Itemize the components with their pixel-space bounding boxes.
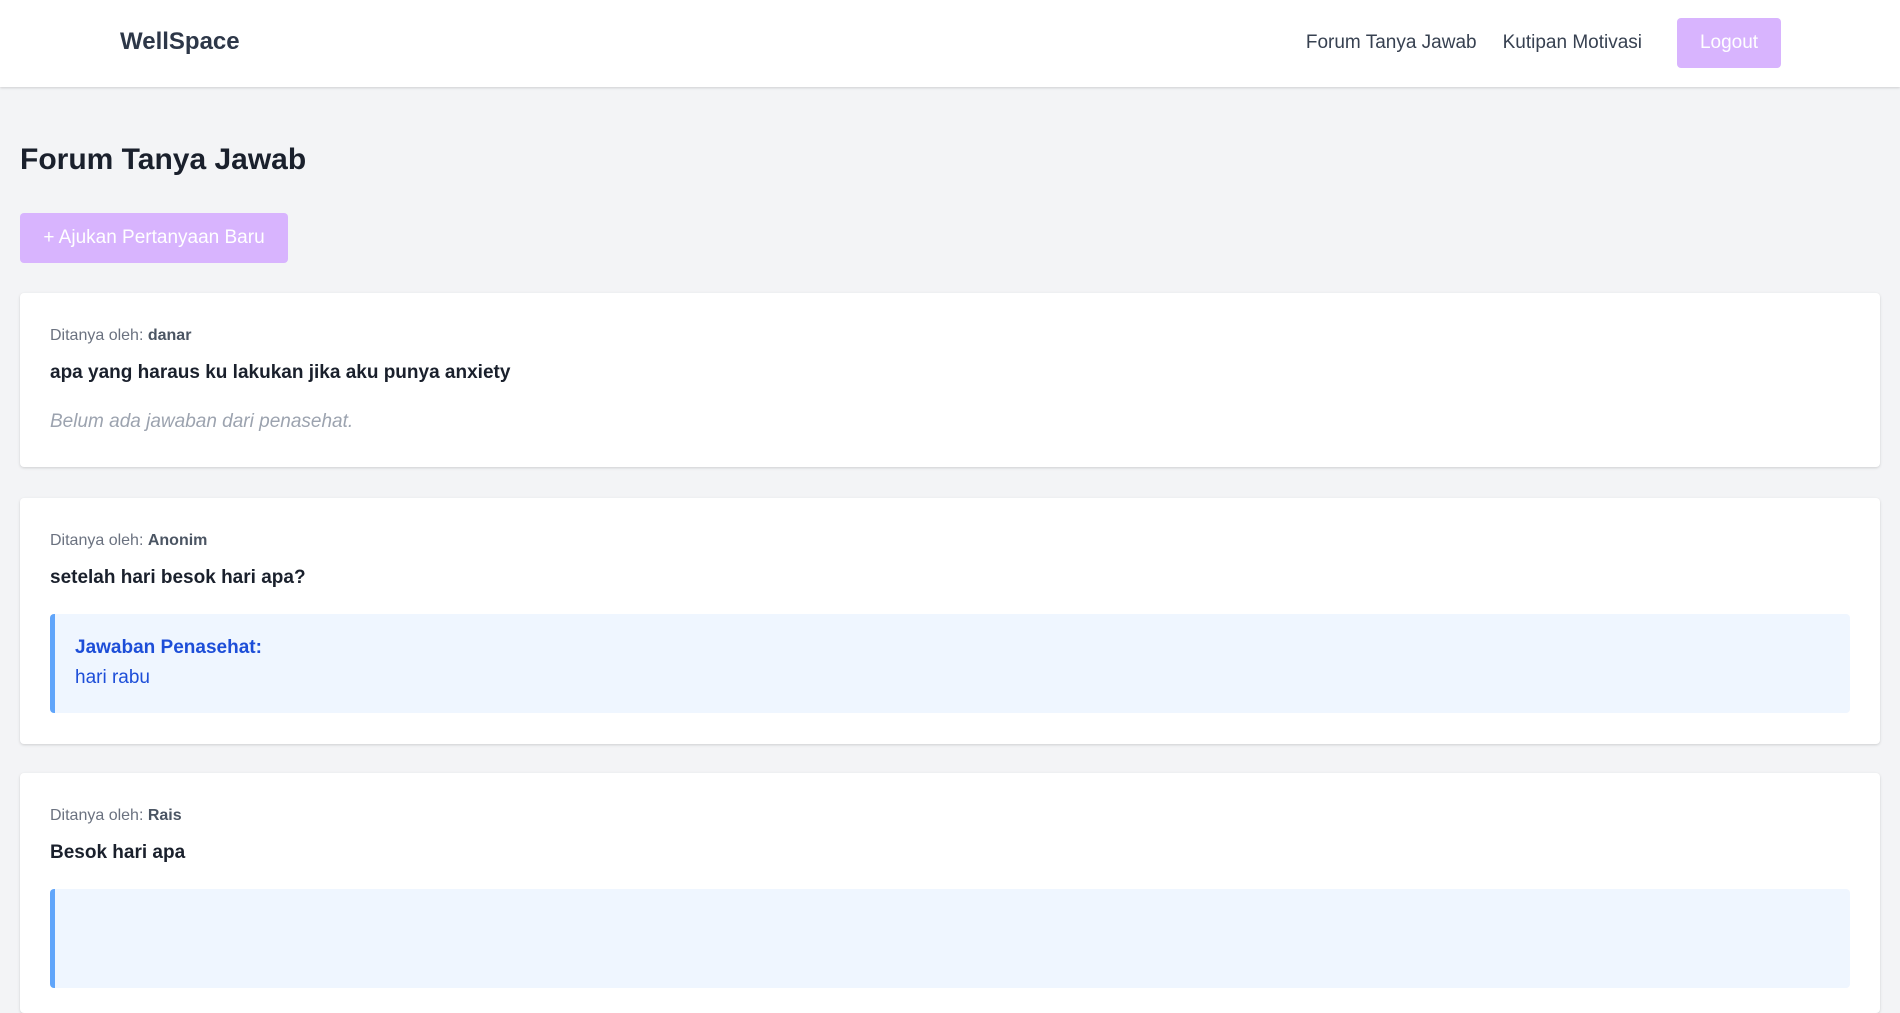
author-name: Rais — [147, 807, 182, 824]
asked-by: Ditanya oleh: danar — [50, 327, 191, 345]
nav-link-forum[interactable]: Forum Tanya Jawab — [1306, 32, 1477, 54]
page-title: Forum Tanya Jawab — [20, 143, 307, 176]
question-text: setelah hari besok hari apa? — [50, 567, 306, 588]
asked-by-label: Ditanya oleh: — [50, 327, 144, 344]
answer-heading: Jawaban Penasehat: — [75, 637, 262, 658]
question-card: Ditanya oleh: Anonim setelah hari besok … — [20, 498, 1880, 744]
answer-text: hari rabu — [75, 667, 150, 688]
asked-by-label: Ditanya oleh: — [50, 807, 144, 824]
logout-button[interactable]: Logout — [1677, 18, 1781, 68]
no-answer-text: Belum ada jawaban dari penasehat. — [50, 411, 354, 432]
asked-by-label: Ditanya oleh: — [50, 532, 144, 549]
question-text: apa yang haraus ku lakukan jika aku puny… — [50, 362, 511, 383]
author-name: Anonim — [147, 532, 208, 549]
nav-links: Forum Tanya Jawab Kutipan Motivasi Logou… — [1306, 18, 1781, 68]
ask-question-button[interactable]: + Ajukan Pertanyaan Baru — [20, 213, 288, 263]
brand-logo[interactable]: WellSpace — [120, 28, 240, 56]
question-card: Ditanya oleh: danar apa yang haraus ku l… — [20, 293, 1880, 467]
asked-by: Ditanya oleh: Anonim — [50, 532, 207, 550]
author-name: danar — [147, 327, 192, 344]
nav-link-quotes[interactable]: Kutipan Motivasi — [1503, 32, 1642, 54]
question-card: Ditanya oleh: Rais Besok hari apa — [20, 773, 1880, 1013]
question-text: Besok hari apa — [50, 842, 186, 863]
navbar: WellSpace Forum Tanya Jawab Kutipan Moti… — [0, 0, 1900, 87]
answer-box — [50, 889, 1850, 988]
answer-box: Jawaban Penasehat: hari rabu — [50, 614, 1850, 713]
asked-by: Ditanya oleh: Rais — [50, 807, 182, 825]
